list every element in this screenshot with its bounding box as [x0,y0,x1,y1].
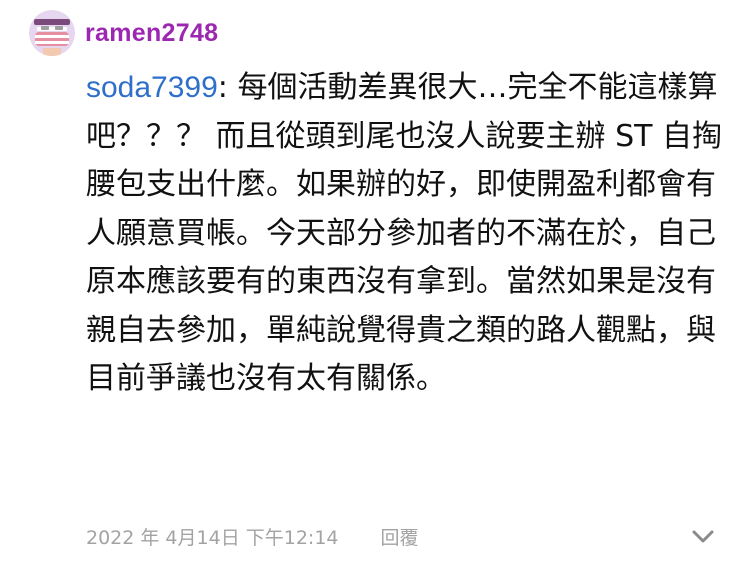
chevron-down-icon[interactable] [690,523,716,549]
comment-footer: 2022 年 4月14日 下午12:14 回覆 [86,519,716,553]
reply-button[interactable]: 回覆 [381,523,419,550]
comment-header: ramen2748 [29,10,218,56]
comment-text: : 每個活動差異很大…完全不能這樣算吧？？？ 而且從頭到尾也沒人說要主辦 ST … [86,70,722,396]
timestamp: 2022 年 4月14日 下午12:14 [86,526,339,549]
author-name[interactable]: ramen2748 [85,19,218,48]
mention-link[interactable]: soda7399 [86,71,218,104]
avatar[interactable] [29,10,75,56]
mask-face-icon [29,10,75,56]
comment-body: soda7399: 每個活動差異很大…完全不能這樣算吧？？？ 而且從頭到尾也沒人… [86,64,726,404]
